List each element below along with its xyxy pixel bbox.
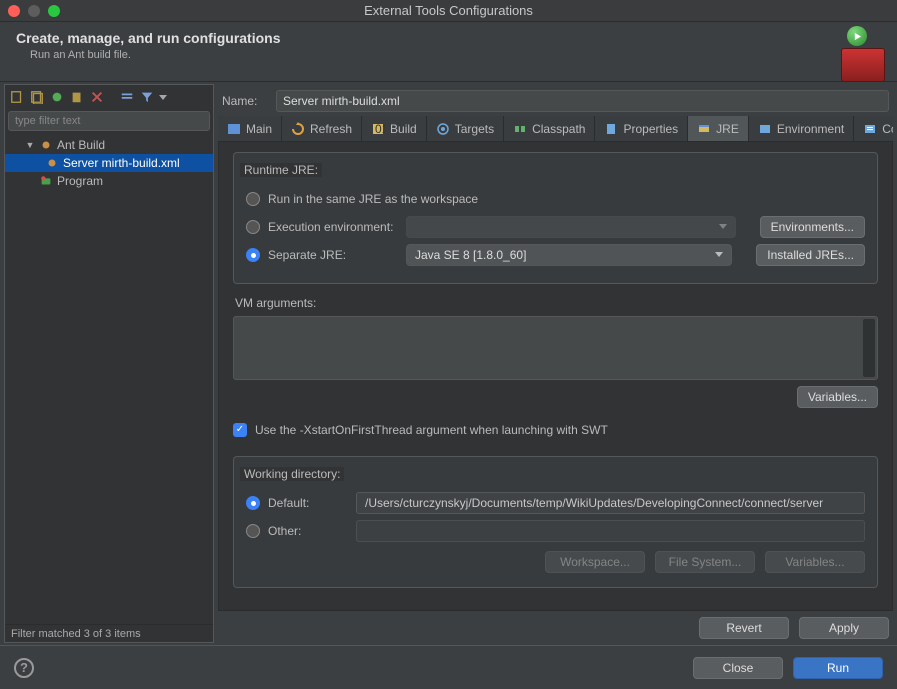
radio-same-workspace-label: Run in the same JRE as the workspace <box>268 192 478 206</box>
runtime-jre-label: Runtime JRE: <box>240 163 322 177</box>
radio-separate-jre[interactable] <box>246 248 260 262</box>
wd-filesystem-button[interactable]: File System... <box>655 551 755 573</box>
radio-wd-default[interactable] <box>246 496 260 510</box>
close-button[interactable]: Close <box>693 657 783 679</box>
filter-status: Filter matched 3 of 3 items <box>5 624 213 642</box>
tree-node-program[interactable]: Program <box>5 172 213 190</box>
svg-text:01: 01 <box>375 122 385 136</box>
config-toolbar <box>5 85 213 109</box>
window-title: External Tools Configurations <box>0 3 897 18</box>
tree-node-server-mirth-build[interactable]: Server mirth-build.xml <box>5 154 213 172</box>
filter-input[interactable] <box>8 111 210 131</box>
environment-tab-icon <box>758 122 772 136</box>
help-button[interactable]: ? <box>14 658 34 678</box>
scrollbar[interactable] <box>863 319 875 377</box>
run-icon <box>847 26 867 46</box>
tab-properties[interactable]: Properties <box>595 116 688 142</box>
config-detail-panel: Name: Main Refresh 01Build Targets Class… <box>218 84 893 643</box>
duplicate-icon[interactable] <box>69 89 85 105</box>
radio-exec-env-label: Execution environment: <box>268 220 398 234</box>
exec-env-combo[interactable] <box>406 216 736 238</box>
tab-targets[interactable]: Targets <box>427 116 504 142</box>
new-config-icon[interactable] <box>9 89 25 105</box>
jre-tab-icon <box>697 122 711 136</box>
tab-jre[interactable]: JRE <box>688 116 749 142</box>
vm-arguments-section: VM arguments: Variables... Use the -Xsta… <box>233 296 878 444</box>
wd-default-field: /Users/cturczynskyj/Documents/temp/WikiU… <box>356 492 865 514</box>
tab-common[interactable]: Common <box>854 116 893 142</box>
export-icon[interactable] <box>49 89 65 105</box>
dialog-header: Create, manage, and run configurations R… <box>0 22 897 82</box>
wd-workspace-button[interactable]: Workspace... <box>545 551 645 573</box>
environments-button[interactable]: Environments... <box>760 216 865 238</box>
detail-actions: Revert Apply <box>218 611 893 643</box>
filter-menu-icon[interactable] <box>159 89 167 105</box>
radio-same-workspace[interactable] <box>246 192 260 206</box>
name-input[interactable] <box>276 90 889 112</box>
window-controls <box>8 5 60 17</box>
tree-label: Ant Build <box>57 138 105 152</box>
radio-exec-env[interactable] <box>246 220 260 234</box>
window-zoom-button[interactable] <box>48 5 60 17</box>
wd-variables-button[interactable]: Variables... <box>765 551 865 573</box>
filter-icon[interactable] <box>139 89 155 105</box>
build-tab-icon: 01 <box>371 122 385 136</box>
config-list-panel: ▼ Ant Build Server mirth-build.xml Progr… <box>4 84 214 643</box>
vm-arguments-textarea[interactable] <box>233 316 878 380</box>
radio-wd-other-label: Other: <box>268 524 348 538</box>
installed-jres-button[interactable]: Installed JREs... <box>756 244 865 266</box>
properties-tab-icon <box>604 122 618 136</box>
radio-wd-default-label: Default: <box>268 496 348 510</box>
runtime-jre-group: Runtime JRE: Run in the same JRE as the … <box>233 152 878 284</box>
swt-thread-label: Use the -XstartOnFirstThread argument wh… <box>255 423 608 437</box>
tab-refresh[interactable]: Refresh <box>282 116 362 142</box>
dialog-footer: ? Close Run <box>0 645 897 689</box>
name-label: Name: <box>222 94 268 108</box>
toolbox-icon <box>841 48 885 82</box>
vm-variables-button[interactable]: Variables... <box>797 386 878 408</box>
vm-arguments-label: VM arguments: <box>235 296 878 310</box>
run-button[interactable]: Run <box>793 657 883 679</box>
targets-tab-icon <box>436 122 450 136</box>
delete-icon[interactable] <box>89 89 105 105</box>
radio-wd-other[interactable] <box>246 524 260 538</box>
radio-separate-jre-label: Separate JRE: <box>268 248 398 262</box>
config-tabs: Main Refresh 01Build Targets Classpath P… <box>218 116 893 142</box>
header-title: Create, manage, and run configurations <box>16 30 281 46</box>
apply-button[interactable]: Apply <box>799 617 889 639</box>
ant-file-icon <box>45 156 59 170</box>
header-subtitle: Run an Ant build file. <box>30 49 281 61</box>
tab-jre-body: Runtime JRE: Run in the same JRE as the … <box>218 142 893 611</box>
tree-label: Program <box>57 174 103 188</box>
working-directory-label: Working directory: <box>240 467 344 481</box>
disclosure-triangle-icon[interactable]: ▼ <box>25 140 35 150</box>
window-titlebar: External Tools Configurations <box>0 0 897 22</box>
config-tree[interactable]: ▼ Ant Build Server mirth-build.xml Progr… <box>5 133 213 624</box>
separate-jre-combo[interactable]: Java SE 8 [1.8.0_60] <box>406 244 732 266</box>
window-minimize-button[interactable] <box>28 5 40 17</box>
tab-build[interactable]: 01Build <box>362 116 427 142</box>
ant-icon <box>39 138 53 152</box>
working-directory-group: Working directory: Default: /Users/cturc… <box>233 456 878 588</box>
expand-all-icon[interactable] <box>119 89 135 105</box>
revert-button[interactable]: Revert <box>699 617 789 639</box>
wd-other-field[interactable] <box>356 520 865 542</box>
swt-thread-checkbox[interactable] <box>233 423 247 437</box>
window-close-button[interactable] <box>8 5 20 17</box>
classpath-tab-icon <box>513 122 527 136</box>
common-tab-icon <box>863 122 877 136</box>
header-icon-group <box>841 26 885 82</box>
tree-label: Server mirth-build.xml <box>63 156 180 170</box>
new-prototype-icon[interactable] <box>29 89 45 105</box>
refresh-tab-icon <box>291 122 305 136</box>
program-icon <box>39 174 53 188</box>
tab-environment[interactable]: Environment <box>749 116 854 142</box>
tree-node-ant-build[interactable]: ▼ Ant Build <box>5 136 213 154</box>
tab-classpath[interactable]: Classpath <box>504 116 595 142</box>
main-tab-icon <box>227 122 241 136</box>
tab-main[interactable]: Main <box>218 116 282 142</box>
